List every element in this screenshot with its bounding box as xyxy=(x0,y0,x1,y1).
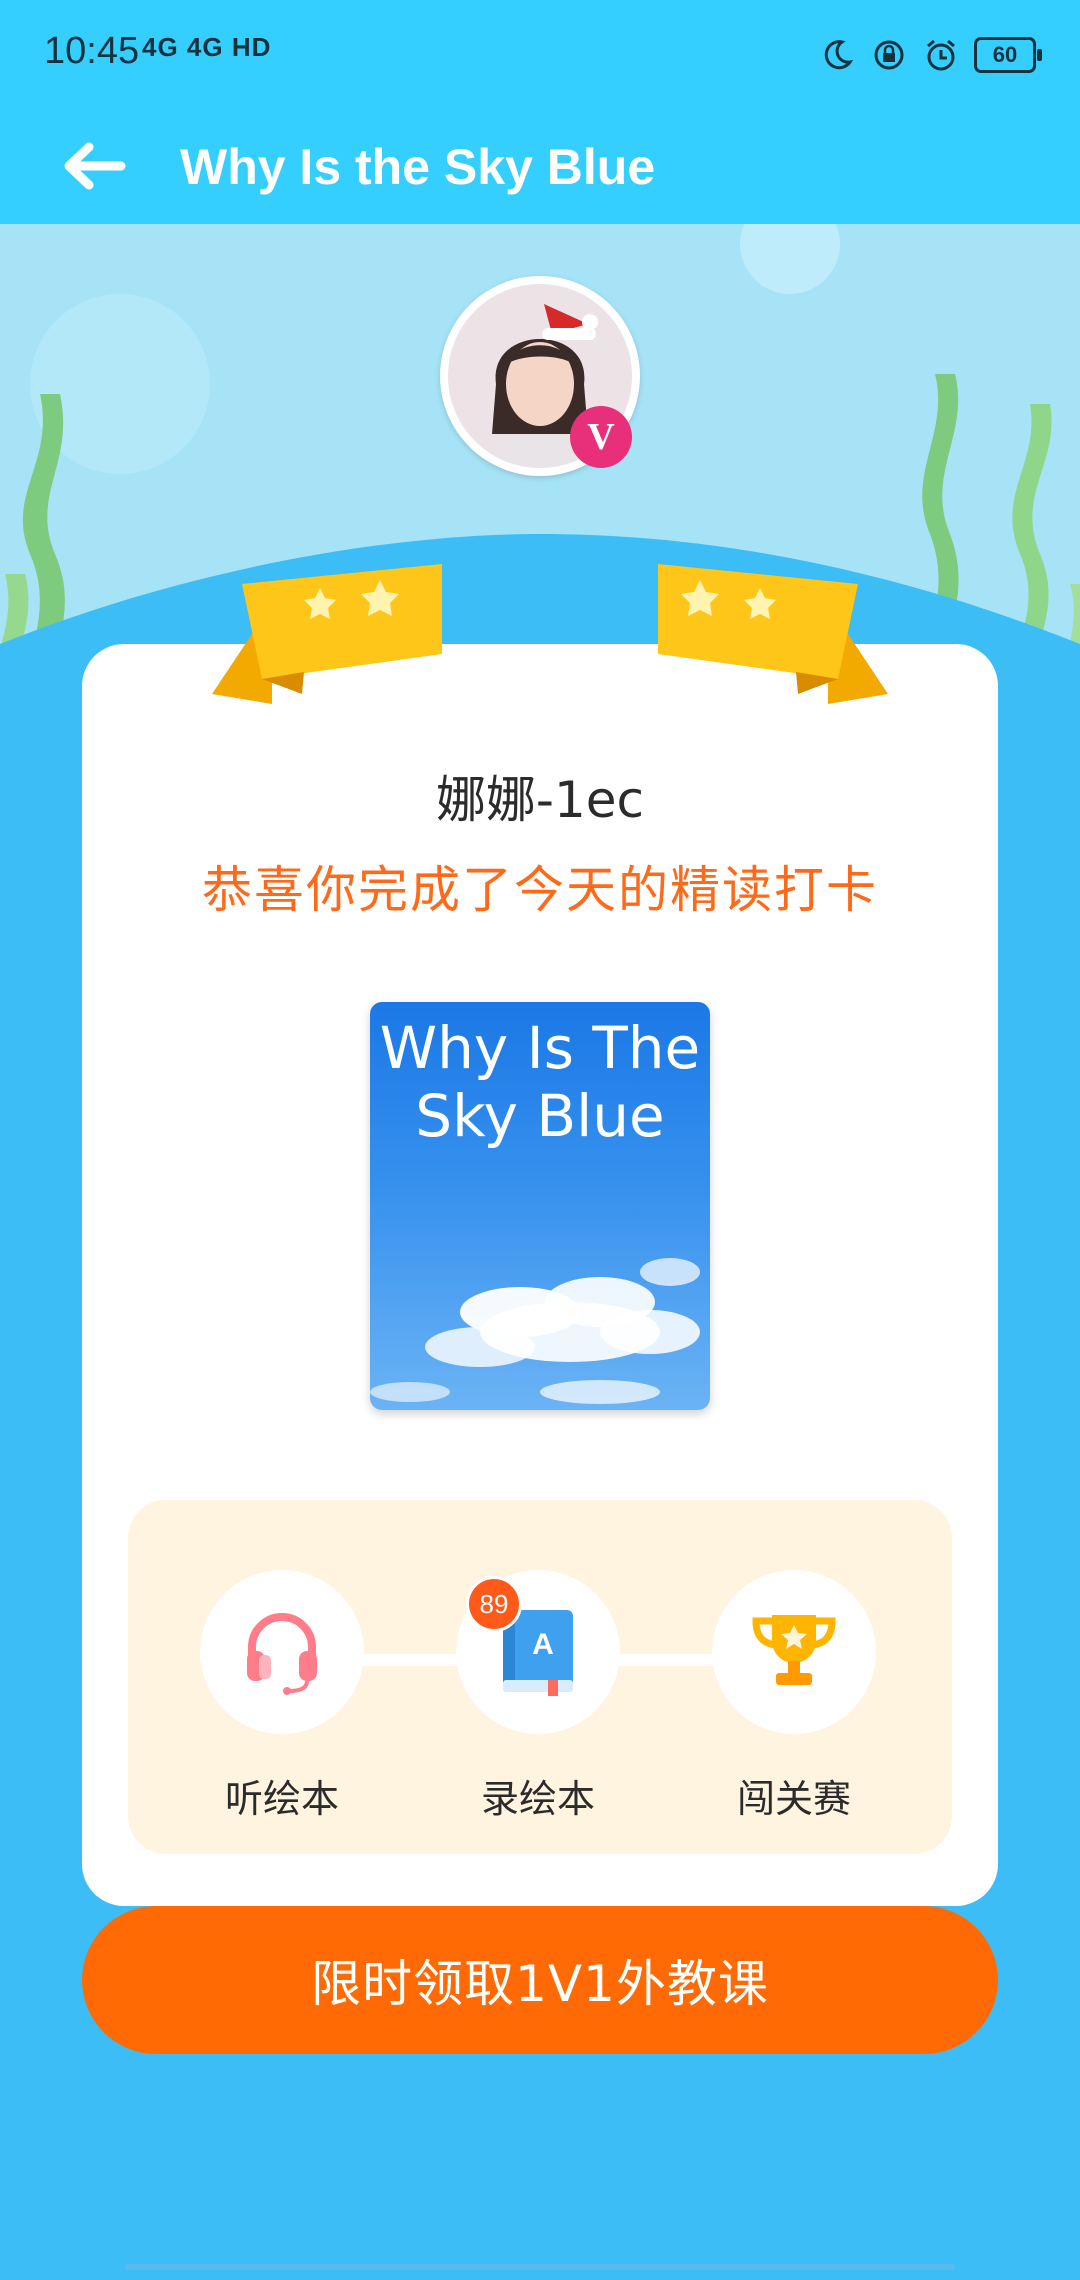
content-area: 娜娜-1ec 恭喜你完成了今天的精读打卡 Why Is The Sky Blue xyxy=(0,224,1080,2280)
status-bar: 10:45 4G 4G HD 60 xyxy=(0,0,1080,110)
activity-listen[interactable]: 听绘本 xyxy=(200,1570,364,1823)
battery-indicator: 60 xyxy=(974,37,1042,73)
avatar[interactable]: V xyxy=(440,276,640,476)
activity-challenge[interactable]: 闯关赛 xyxy=(712,1570,876,1823)
rotation-lock-icon xyxy=(870,36,908,74)
activity-record-circle[interactable]: A 89 xyxy=(456,1570,620,1734)
free-trial-class-button[interactable]: 限时领取1V1外教课 xyxy=(82,1906,998,2054)
book-cover[interactable]: Why Is The Sky Blue xyxy=(370,1002,710,1410)
status-icons: 60 xyxy=(818,30,1042,80)
checkin-card: 娜娜-1ec 恭喜你完成了今天的精读打卡 Why Is The Sky Blue xyxy=(82,644,998,1906)
star-icon xyxy=(304,580,399,619)
activity-record[interactable]: A 89 录绘本 xyxy=(456,1570,620,1823)
activity-challenge-circle[interactable] xyxy=(712,1570,876,1734)
activity-record-label: 录绘本 xyxy=(480,1777,595,1821)
star-icon xyxy=(681,580,776,619)
headphones-icon xyxy=(237,1605,327,1699)
status-time: 10:45 xyxy=(44,30,140,72)
activity-listen-circle[interactable] xyxy=(200,1570,364,1734)
ribbon-banner xyxy=(212,564,888,704)
activity-listen-label: 听绘本 xyxy=(224,1777,339,1821)
activity-panel: 听绘本 A 89 录绘本 闯关赛 xyxy=(128,1500,952,1854)
svg-text:A: A xyxy=(532,1628,554,1661)
vip-badge: V xyxy=(570,406,632,468)
moon-icon xyxy=(818,36,856,74)
book-cover-title: Why Is The Sky Blue xyxy=(379,1014,701,1150)
page-title: Why Is the Sky Blue xyxy=(180,139,656,195)
congrats-message: 恭喜你完成了今天的精读打卡 xyxy=(202,861,878,919)
app-header: Why Is the Sky Blue xyxy=(0,110,1080,224)
alarm-icon xyxy=(922,36,960,74)
recording-count-badge: 89 xyxy=(466,1576,522,1632)
bottom-divider xyxy=(125,2264,955,2270)
username: 娜娜-1ec xyxy=(435,771,645,829)
activity-challenge-label: 闯关赛 xyxy=(736,1777,851,1821)
back-button[interactable] xyxy=(52,126,136,210)
back-arrow-icon xyxy=(59,141,129,195)
trophy-icon xyxy=(748,1607,840,1697)
signal-indicator: 4G 4G HD xyxy=(142,32,272,62)
